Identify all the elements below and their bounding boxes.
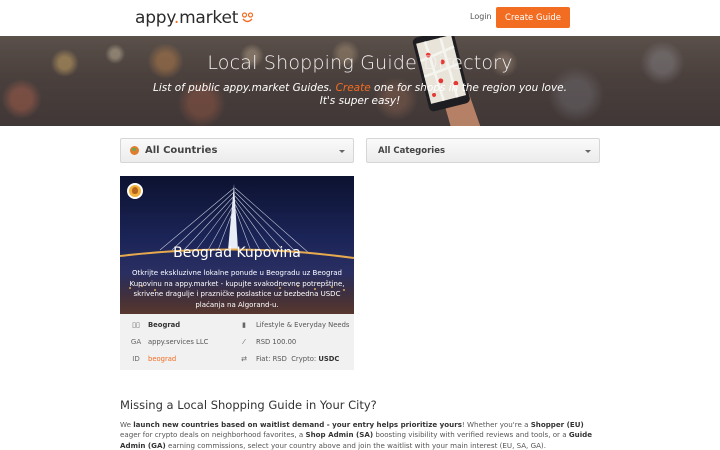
navbar: appy.market Login Create Guide <box>0 0 720 36</box>
missing-guide-text: We launch new countries based on waitlis… <box>120 420 593 450</box>
phone-map-image <box>412 36 481 126</box>
wand-icon: ⁄ <box>243 338 245 346</box>
guide-avatar <box>127 183 143 199</box>
chevron-down-icon <box>339 150 345 153</box>
guide-fee: ⁄ RSD 100.00 <box>238 335 296 349</box>
create-guide-button[interactable]: Create Guide <box>496 7 570 28</box>
country-select-value: All Countries <box>145 145 218 156</box>
chevron-down-icon <box>585 150 591 153</box>
guide-admin: GA appy.services LLC <box>128 335 208 349</box>
guide-category: ▮ Lifestyle & Everyday Needs <box>238 318 349 332</box>
missing-guide-heading: Missing a Local Shopping Guide in Your C… <box>120 398 377 412</box>
guide-id-link[interactable]: beograd <box>148 355 176 363</box>
country-select[interactable]: All Countries <box>120 138 354 163</box>
guide-currency: ⇄ Fiat: RSD Crypto: USDC <box>238 352 339 366</box>
category-select-value: All Categories <box>378 145 446 156</box>
login-link[interactable]: Login <box>470 12 492 21</box>
guide-card-image: Beograd Kupovina Otkrijte ekskluzivne lo… <box>120 176 354 314</box>
hero-banner: Local Shopping Guide Directory List of p… <box>0 36 720 126</box>
bookmark-icon: ▮ <box>242 321 246 329</box>
guide-id: ID beograd <box>128 352 176 366</box>
currency-icon: ⇄ <box>241 355 247 363</box>
logo[interactable]: appy.market <box>135 7 254 29</box>
guide-info: ▯▯ Beograd ▮ Lifestyle & Everyday Needs … <box>120 314 354 370</box>
logo-text: appy.market <box>135 8 239 28</box>
guide-admin-label: GA <box>130 338 142 346</box>
guide-id-label: ID <box>132 355 140 363</box>
flag-icon: ▯▯ <box>132 321 140 329</box>
guide-card[interactable]: Beograd Kupovina Otkrijte ekskluzivne lo… <box>120 176 354 370</box>
hero-create-link[interactable]: Create <box>336 82 371 94</box>
guide-title[interactable]: Beograd Kupovina <box>120 245 354 261</box>
globe-icon <box>130 146 139 155</box>
guide-description: Otkrijte ekskluzivne lokalne ponude u Be… <box>129 269 345 309</box>
guide-city: ▯▯ Beograd <box>128 318 180 332</box>
category-select[interactable]: All Categories <box>366 138 600 163</box>
smiley-logo-icon <box>241 12 254 24</box>
hero-subtitle: List of public appy.market Guides. Creat… <box>153 82 567 107</box>
hero-title: Local Shopping Guide Directory <box>207 52 513 74</box>
